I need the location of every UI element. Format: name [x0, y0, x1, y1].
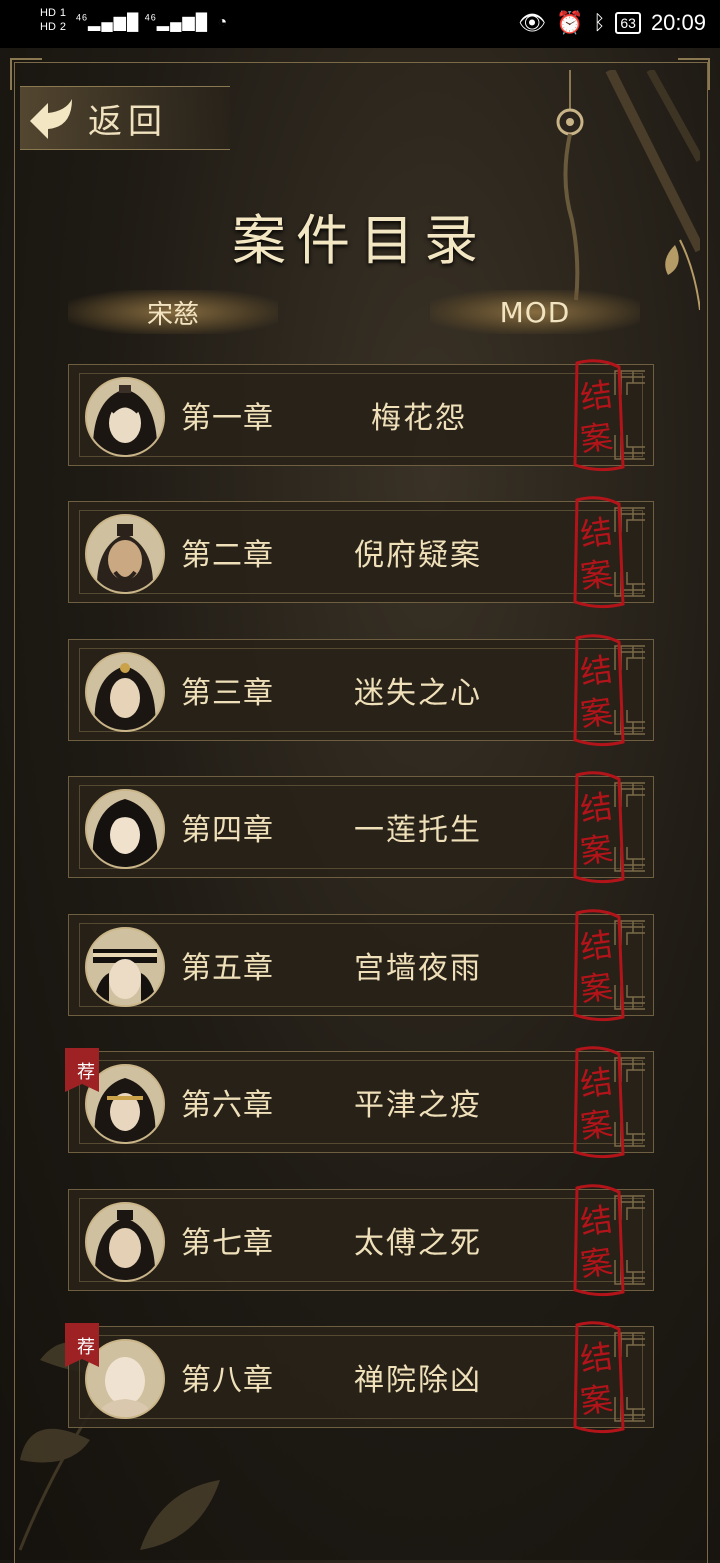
bluetooth-icon: ᛒ: [593, 11, 606, 34]
chapter-title: 平津之疫: [354, 1088, 482, 1123]
chapter-number: 第四章: [181, 813, 274, 848]
stamp-text-1: 结: [578, 1337, 615, 1379]
scholar-portrait-icon: [87, 379, 163, 455]
chapter-number: 第三章: [181, 676, 274, 711]
stamp-text-1: 结: [578, 1062, 615, 1104]
tutor-portrait-icon: [87, 1204, 163, 1280]
stamp-text-2: 案: [578, 692, 615, 734]
stamp-text-1: 结: [578, 925, 615, 967]
case-closed-stamp: 结 案: [573, 909, 625, 1022]
stamp-text-1: 结: [578, 375, 615, 417]
chapter-row[interactable]: 荐 第八章 禅院除凶 结 案: [65, 1321, 654, 1434]
stamp-text-2: 案: [578, 554, 615, 596]
chapter-row[interactable]: 第二章 倪府疑案 结 案: [68, 496, 654, 609]
chapter-title: 迷失之心: [354, 676, 482, 711]
recommended-badge-label: 荐: [77, 1337, 95, 1358]
stamp-text-1: 结: [578, 650, 615, 692]
chapter-title: 禅院除凶: [354, 1363, 482, 1398]
avatar: [85, 1202, 165, 1282]
signal-2-icon: ▂▄▆█: [156, 14, 209, 31]
signal-icons: 46▂▄▆█ 46▂▄▆█ ◔: [76, 12, 228, 32]
youth-portrait-icon: [87, 654, 163, 730]
hd-badge-2: HD: [40, 21, 56, 33]
signal-2-label: 46: [144, 12, 157, 23]
stamp-text-1: 结: [578, 787, 615, 829]
chapter-number: 第二章: [181, 538, 274, 573]
sim-2: 2: [59, 21, 67, 33]
avatar: [85, 377, 165, 457]
hd-badge-1: HD: [40, 7, 56, 19]
avatar: [85, 789, 165, 869]
case-closed-stamp: 结 案: [573, 359, 625, 472]
sim-1: 1: [59, 7, 67, 19]
chapter-number: 第七章: [181, 1226, 274, 1261]
chapter-number: 第五章: [181, 951, 274, 986]
case-closed-stamp: 结 案: [573, 1184, 625, 1297]
back-arrow-icon: [30, 99, 72, 139]
chapter-row[interactable]: 第五章 宫墙夜雨 结 案: [68, 909, 654, 1022]
stamp-text-2: 案: [578, 829, 615, 871]
chapter-number: 第八章: [181, 1363, 274, 1398]
case-closed-stamp: 结 案: [573, 496, 625, 609]
case-closed-stamp: 结 案: [573, 634, 625, 747]
case-closed-stamp: 结 案: [573, 771, 625, 884]
stamp-text-2: 案: [578, 417, 615, 459]
chapter-row[interactable]: 第七章 太傅之死 结 案: [68, 1184, 654, 1297]
avatar: [85, 927, 165, 1007]
recommended-badge-label: 荐: [77, 1062, 95, 1083]
avatar: [85, 652, 165, 732]
chapter-title: 一莲托生: [354, 813, 482, 848]
chapter-title: 倪府疑案: [354, 538, 482, 573]
chapter-row[interactable]: 第一章 梅花怨 结 案: [68, 359, 654, 472]
tab-mod[interactable]: MOD: [430, 290, 640, 334]
case-closed-stamp: 结 案: [573, 1046, 625, 1159]
back-button[interactable]: 返回: [20, 86, 230, 150]
network-indicators: HD 1 HD 2: [40, 6, 66, 34]
chapter-row[interactable]: 第四章 一莲托生 结 案: [68, 771, 654, 884]
stamp-text-2: 案: [578, 1242, 615, 1284]
clock: 20:09: [650, 10, 706, 35]
chapter-title: 宫墙夜雨: [354, 951, 482, 986]
signal-1-icon: ▂▄▆█: [88, 14, 140, 31]
stamp-text-2: 案: [578, 1104, 615, 1146]
signal-1-label: 46: [76, 12, 89, 23]
status-bar: HD 1 HD 2 46▂▄▆█ 46▂▄▆█ ◔ 👁 ⏰ ᛒ 63 20:09: [0, 0, 720, 48]
wifi-icon: ◔: [217, 14, 229, 31]
elder-portrait-icon: [87, 516, 163, 592]
chapter-title: 梅花怨: [371, 401, 467, 436]
chapter-row[interactable]: 第三章 迷失之心 结 案: [68, 634, 654, 747]
case-closed-stamp: 结 案: [573, 1321, 625, 1434]
official-portrait-icon: [87, 929, 163, 1005]
back-label: 返回: [88, 101, 168, 142]
stamp-text-1: 结: [578, 512, 615, 554]
stamp-text-1: 结: [578, 1200, 615, 1242]
chapter-title: 太傅之死: [354, 1226, 482, 1261]
alarm-icon: ⏰: [555, 10, 584, 35]
chapter-number: 第一章: [181, 401, 274, 436]
stamp-text-2: 案: [578, 967, 615, 1009]
lady-portrait-icon: [87, 791, 163, 867]
stamp-text-2: 案: [578, 1379, 615, 1421]
chapter-number: 第六章: [181, 1088, 274, 1123]
battery-indicator: 63: [615, 12, 641, 34]
eye-icon: 👁: [518, 10, 546, 35]
page-title: 案件目录: [232, 209, 488, 272]
tab-songci[interactable]: 宋慈: [68, 290, 278, 334]
avatar: [85, 514, 165, 594]
chapter-row[interactable]: 荐 第六章 平津之疫 结 案: [65, 1046, 654, 1159]
